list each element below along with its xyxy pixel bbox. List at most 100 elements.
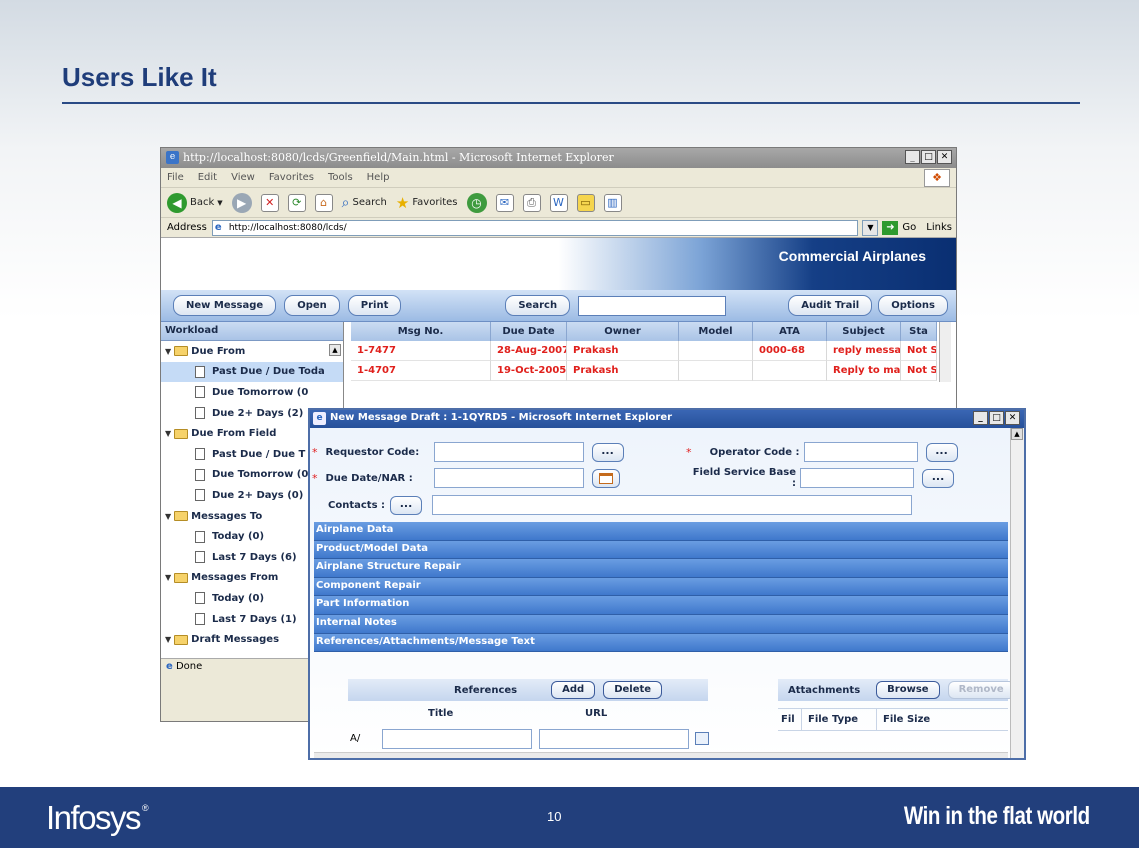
scroll-up-icon[interactable]: ▲	[1011, 428, 1023, 440]
reference-url-input[interactable]	[539, 729, 689, 749]
operator-code-input[interactable]	[803, 442, 918, 462]
attachments-col-size[interactable]: File Size	[877, 709, 957, 730]
browse-button[interactable]: Browse	[876, 681, 940, 699]
back-label: Back	[190, 197, 215, 208]
history-icon[interactable]: ◷	[466, 192, 487, 213]
star-icon: ★	[395, 193, 410, 212]
section-header[interactable]: Component Repair	[314, 577, 1008, 597]
grid-scrollbar[interactable]	[939, 322, 951, 382]
go-button[interactable]: Go	[902, 222, 916, 233]
add-reference-button[interactable]: Add	[551, 681, 596, 699]
section-header[interactable]: Airplane Structure Repair	[314, 559, 1008, 578]
links-button[interactable]: Links	[926, 222, 952, 233]
menu-help[interactable]: Help	[367, 172, 390, 183]
go-arrow-icon[interactable]: ➜	[882, 220, 899, 235]
window-controls: _ □ ✕	[905, 150, 952, 164]
folder-icon	[174, 511, 189, 522]
section-header[interactable]: References/Attachments/Message Text	[314, 633, 1008, 653]
edit-icon[interactable]: W	[549, 193, 568, 212]
references-col-url[interactable]: URL	[585, 708, 607, 719]
col-subject[interactable]: Subject	[827, 322, 901, 341]
col-owner[interactable]: Owner	[567, 322, 679, 341]
col-due-date[interactable]: Due Date	[491, 322, 567, 341]
section-header[interactable]: Internal Notes	[314, 615, 1008, 634]
table-cell: 28-Aug-2007	[491, 341, 567, 361]
options-button[interactable]: Options	[878, 295, 948, 316]
menu-view[interactable]: View	[231, 172, 255, 183]
tree-label: Due 2+ Days (0)	[212, 489, 304, 501]
field-service-lookup-button[interactable]: ...	[922, 468, 954, 488]
expand-arrow-icon[interactable]: ▼	[165, 347, 171, 356]
menu-file[interactable]: File	[167, 172, 184, 183]
ie-logo-icon: e	[166, 151, 179, 164]
maximize-icon[interactable]: □	[989, 411, 1004, 425]
popup-horizontal-scrollbar[interactable]	[314, 752, 1008, 758]
address-dropdown-icon[interactable]: ▼	[862, 219, 879, 236]
attachments-col-file[interactable]: Fil	[778, 709, 802, 730]
reference-title-input[interactable]	[382, 729, 532, 749]
tree-item[interactable]: Past Due / Due Toda	[161, 361, 343, 383]
minimize-icon[interactable]: _	[905, 150, 920, 164]
forward-arrow-icon[interactable]: ▶	[231, 192, 252, 213]
open-button[interactable]: Open	[284, 295, 340, 316]
requestor-code-label: Requestor Code:	[325, 446, 420, 458]
scroll-up-icon[interactable]: ▲	[329, 344, 341, 356]
requestor-code-input[interactable]	[433, 442, 584, 462]
research-icon[interactable]: ▥	[603, 193, 622, 212]
close-icon[interactable]: ✕	[1005, 411, 1020, 425]
favorites-button[interactable]: ★ Favorites	[396, 194, 458, 212]
calendar-icon[interactable]	[591, 468, 620, 488]
attachments-col-type[interactable]: File Type	[802, 709, 877, 730]
col-ata[interactable]: ATA	[753, 322, 827, 341]
refresh-icon[interactable]: ⟳	[287, 193, 306, 212]
menu-edit[interactable]: Edit	[198, 172, 217, 183]
section-header[interactable]: Product/Model Data	[314, 540, 1008, 560]
due-date-input[interactable]	[433, 468, 584, 488]
contacts-input[interactable]	[432, 495, 912, 515]
minimize-icon[interactable]: _	[973, 411, 988, 425]
expand-arrow-icon[interactable]: ▼	[165, 635, 171, 644]
popup-title-bar: e New Message Draft : 1-1QYRD5 - Microso…	[310, 410, 1024, 428]
attachments-table: Fil File Type File Size	[778, 708, 1008, 758]
remove-button[interactable]: Remove	[947, 681, 1015, 699]
col-msg-no[interactable]: Msg No.	[351, 322, 491, 341]
menu-favorites[interactable]: Favorites	[269, 172, 314, 183]
col-status[interactable]: Sta	[901, 322, 937, 341]
search-app-button[interactable]: Search	[505, 295, 571, 316]
back-button[interactable]: ◀ Back ▼	[167, 192, 223, 213]
mail-icon[interactable]: ✉	[495, 193, 514, 212]
section-header[interactable]: Airplane Data	[314, 522, 1008, 541]
search-button[interactable]: ⌕ Search	[342, 195, 387, 211]
col-model[interactable]: Model	[679, 322, 753, 341]
operator-lookup-button[interactable]: ...	[925, 442, 958, 462]
section-header[interactable]: Part Information	[314, 596, 1008, 615]
chevron-down-icon: ▼	[217, 198, 223, 207]
close-icon[interactable]: ✕	[937, 150, 952, 164]
address-input[interactable]: http://localhost:8080/lcds/	[211, 219, 859, 236]
tree-folder[interactable]: ▼ Due From	[161, 341, 343, 362]
maximize-icon[interactable]: □	[921, 150, 936, 164]
requestor-lookup-button[interactable]: ...	[591, 442, 624, 462]
stop-icon[interactable]: ✕	[260, 193, 279, 212]
contacts-lookup-button[interactable]: ...	[390, 495, 422, 515]
print-button[interactable]: Print	[347, 295, 402, 316]
new-message-button[interactable]: New Message	[173, 295, 277, 316]
home-icon[interactable]: ⌂	[314, 193, 333, 212]
popup-scrollbar[interactable]: ▲	[1010, 428, 1024, 758]
references-col-title[interactable]: Title	[428, 708, 453, 719]
field-service-base-input[interactable]	[800, 468, 914, 488]
reference-checkbox[interactable]	[695, 732, 709, 745]
notes-icon[interactable]: ▭	[576, 193, 595, 212]
tree-item[interactable]: Due Tomorrow (0	[161, 382, 343, 403]
print-icon[interactable]: ⎙	[522, 193, 541, 212]
expand-arrow-icon[interactable]: ▼	[165, 429, 171, 438]
expand-arrow-icon[interactable]: ▼	[165, 512, 171, 521]
expand-arrow-icon[interactable]: ▼	[165, 573, 171, 582]
search-input[interactable]	[578, 295, 727, 316]
delete-reference-button[interactable]: Delete	[603, 681, 663, 699]
table-row[interactable]: 1-7477 28-Aug-2007 Prakash 0000-68 reply mes…	[351, 341, 951, 361]
menu-tools[interactable]: Tools	[328, 172, 353, 183]
table-row[interactable]: 1-4707 19-Oct-2005 Prakash Reply to mar Not …	[351, 361, 951, 381]
folder-icon	[174, 346, 189, 357]
audit-trail-button[interactable]: Audit Trail	[788, 295, 873, 316]
